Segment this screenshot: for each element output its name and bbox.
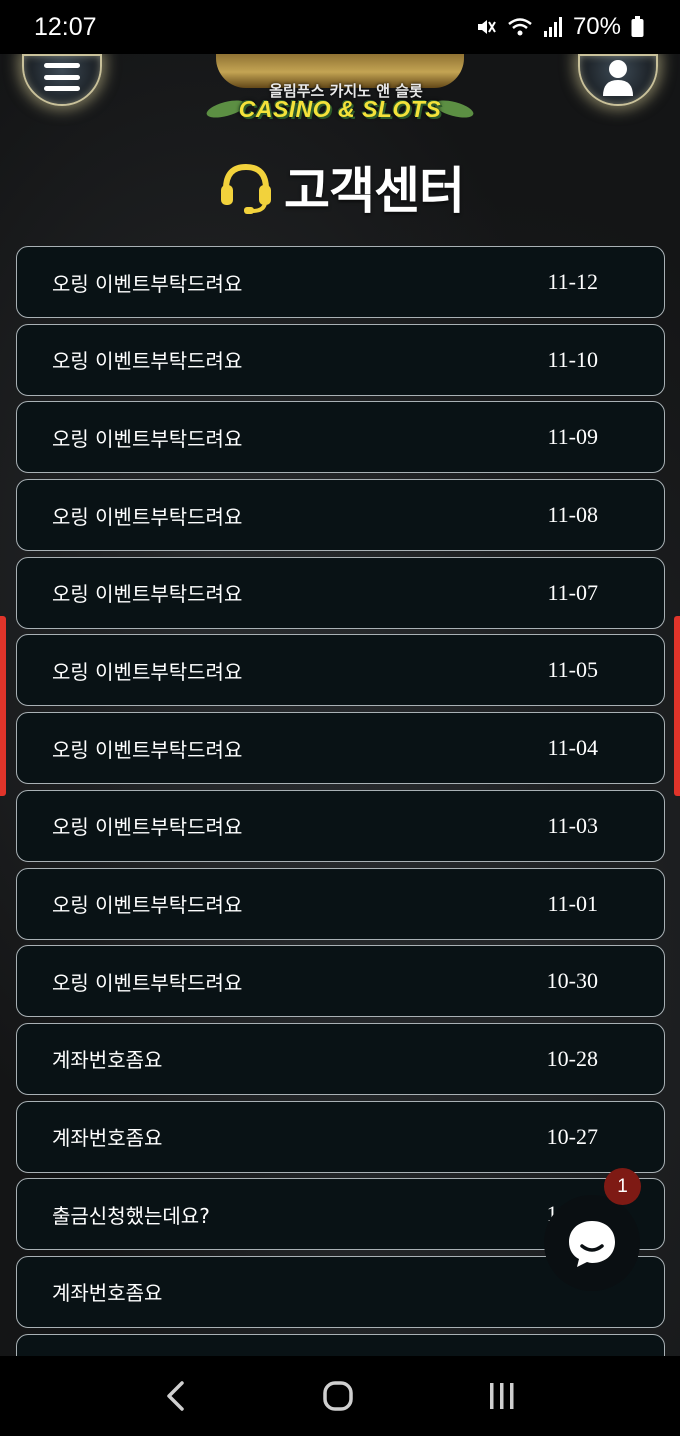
ticket-row[interactable]: 오링 이벤트부탁드려요 11-09 [16,401,665,474]
home-icon[interactable] [322,1380,354,1412]
ticket-date: 11-07 [547,579,598,605]
ticket-date: 11-04 [547,735,598,761]
logo-title: CASINO & SLOTS [238,96,442,122]
ticket-row[interactable] [16,1333,665,1356]
ticket-title: 계좌번호좀요 [52,1281,163,1306]
ticket-list: 오링 이벤트부탁드려요 11-12 오링 이벤트부탁드려요 11-10 오링 이… [16,246,665,1356]
battery-percent: 70% [572,13,621,40]
system-nav-bar [0,1356,680,1436]
right-edge-handle[interactable] [674,616,680,796]
chat-badge: 1 [604,1168,641,1205]
ticket-date: 11-08 [547,502,598,528]
site-header: 올림푸스 카지노 앤 슬롯 CASINO & SLOTS [0,54,680,134]
ticket-title: 출금신청했는데요? [52,1203,210,1228]
ticket-row[interactable]: 오링 이벤트부탁드려요 11-03 [16,789,665,862]
ticket-row[interactable]: 오링 이벤트부탁드려요 11-04 [16,712,665,785]
ticket-title: 계좌번호좀요 [52,1126,163,1151]
site-logo[interactable]: 올림푸스 카지노 앤 슬롯 CASINO & SLOTS [204,54,476,124]
ticket-title: 오링 이벤트부탁드려요 [52,349,243,374]
signal-icon [543,17,562,37]
status-bar: 12:07 70% [0,0,680,54]
ticket-date: 11-03 [547,812,598,838]
profile-button[interactable] [578,54,658,106]
chat-button[interactable] [544,1195,640,1291]
ticket-title: 계좌번호좀요 [52,1048,163,1073]
hamburger-icon [44,63,80,91]
page-title: 고객센터 [284,162,465,220]
menu-button[interactable] [22,54,102,106]
recents-icon[interactable] [486,1380,518,1412]
headset-icon [221,163,271,214]
ticket-title: 오링 이벤트부탁드려요 [52,426,243,451]
ticket-title: 오링 이벤트부탁드려요 [52,970,243,995]
ticket-title: 오링 이벤트부탁드려요 [52,737,243,762]
ticket-row[interactable]: 오링 이벤트부탁드려요 11-07 [16,556,665,629]
main-content: 올림푸스 카지노 앤 슬롯 CASINO & SLOTS 고객센터 오링 이벤트… [0,54,680,1356]
ticket-title: 오링 이벤트부탁드려요 [52,815,243,840]
ticket-title: 오링 이벤트부탁드려요 [52,659,243,684]
left-edge-handle[interactable] [0,616,6,796]
ticket-date: 11-05 [547,657,598,683]
back-icon[interactable] [162,1380,190,1412]
ticket-row[interactable]: 오링 이벤트부탁드려요 11-12 [16,246,665,318]
ticket-row[interactable]: 오링 이벤트부탁드려요 11-08 [16,479,665,552]
ticket-date: 10-28 [546,1045,598,1071]
user-icon [603,60,633,96]
ticket-row[interactable]: 계좌번호좀요 10-27 [16,1100,665,1173]
ticket-row[interactable]: 계좌번호좀요 10-28 [16,1022,665,1095]
page-heading: 고객센터 [0,154,680,220]
ticket-date: 10-27 [546,1123,598,1149]
ticket-date: 11-12 [547,269,598,294]
wifi-icon [508,18,532,36]
chat-bubble-icon [569,1221,615,1267]
mute-icon [477,20,496,34]
ticket-row[interactable]: 오링 이벤트부탁드려요 11-01 [16,867,665,940]
ticket-row[interactable]: 오링 이벤트부탁드려요 11-10 [16,323,665,396]
ticket-date: 11-09 [547,424,598,450]
ticket-date: 11-01 [547,890,598,916]
ticket-date: 11-10 [547,346,598,372]
status-icons: 70% [475,13,644,41]
status-time: 12:07 [34,12,97,41]
ticket-row[interactable]: 오링 이벤트부탁드려요 11-05 [16,634,665,707]
ticket-title: 오링 이벤트부탁드려요 [52,582,243,607]
ticket-row[interactable]: 오링 이벤트부탁드려요 10-30 [16,945,665,1018]
ticket-title: 오링 이벤트부탁드려요 [52,271,243,296]
ticket-title: 오링 이벤트부탁드려요 [52,893,243,917]
ticket-title: 오링 이벤트부탁드려요 [52,504,243,529]
battery-icon [631,16,644,37]
ticket-date: 10-30 [546,968,598,994]
